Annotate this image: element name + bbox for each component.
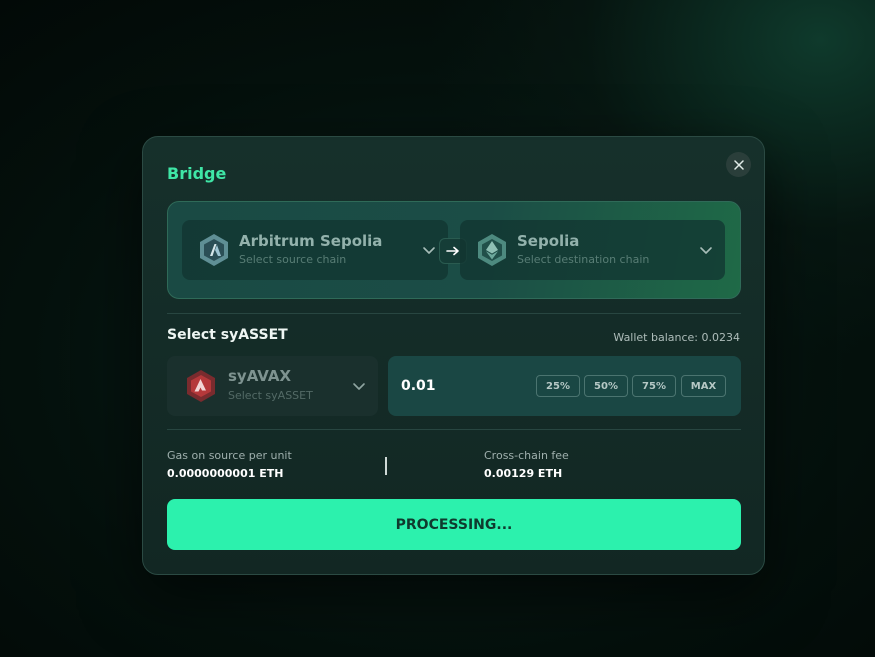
gas-label: Gas on source per unit (167, 449, 292, 462)
preset-75-button[interactable]: 75% (632, 375, 676, 397)
divider (167, 429, 741, 430)
asset-name: syAVAX (228, 367, 292, 385)
avalanche-icon (187, 370, 215, 402)
ethereum-icon (478, 234, 506, 266)
source-chain-name: Arbitrum Sepolia (239, 232, 383, 250)
preset-max-button[interactable]: MAX (681, 375, 726, 397)
close-button[interactable] (726, 152, 751, 177)
destination-chain-name: Sepolia (517, 232, 580, 250)
source-chain-subtitle: Select source chain (239, 253, 347, 266)
cross-chain-fee-label: Cross-chain fee (484, 449, 569, 462)
chain-selector-panel: Arbitrum Sepolia Select source chain Sep… (167, 201, 741, 299)
amount-input[interactable] (401, 375, 521, 397)
bridge-modal: Bridge Arbitrum Sepolia Select source ch… (142, 136, 765, 575)
preset-25-button[interactable]: 25% (536, 375, 580, 397)
submit-button[interactable]: PROCESSING... (167, 499, 741, 550)
fee-separator (385, 457, 387, 475)
source-chain-selector[interactable]: Arbitrum Sepolia Select source chain (182, 220, 448, 280)
chevron-down-icon (700, 247, 712, 254)
divider (167, 313, 741, 314)
destination-chain-selector[interactable]: Sepolia Select destination chain (460, 220, 725, 280)
asset-selector[interactable]: syAVAX Select syASSET (167, 356, 378, 416)
modal-title: Bridge (167, 164, 227, 183)
cross-chain-fee-value: 0.00129 ETH (484, 467, 563, 480)
preset-50-button[interactable]: 50% (584, 375, 628, 397)
close-icon (733, 159, 744, 170)
chevron-down-icon (423, 247, 435, 254)
arrow-right-icon (446, 246, 459, 256)
asset-subtitle: Select syASSET (228, 389, 313, 402)
chevron-down-icon (353, 383, 365, 390)
amount-panel: 25% 50% 75% MAX (388, 356, 741, 416)
asset-section-label: Select syASSET (167, 327, 288, 343)
destination-chain-subtitle: Select destination chain (517, 253, 650, 266)
arbitrum-icon (200, 234, 228, 266)
wallet-balance: Wallet balance: 0.0234 (613, 331, 740, 344)
gas-value: 0.0000000001 ETH (167, 467, 284, 480)
